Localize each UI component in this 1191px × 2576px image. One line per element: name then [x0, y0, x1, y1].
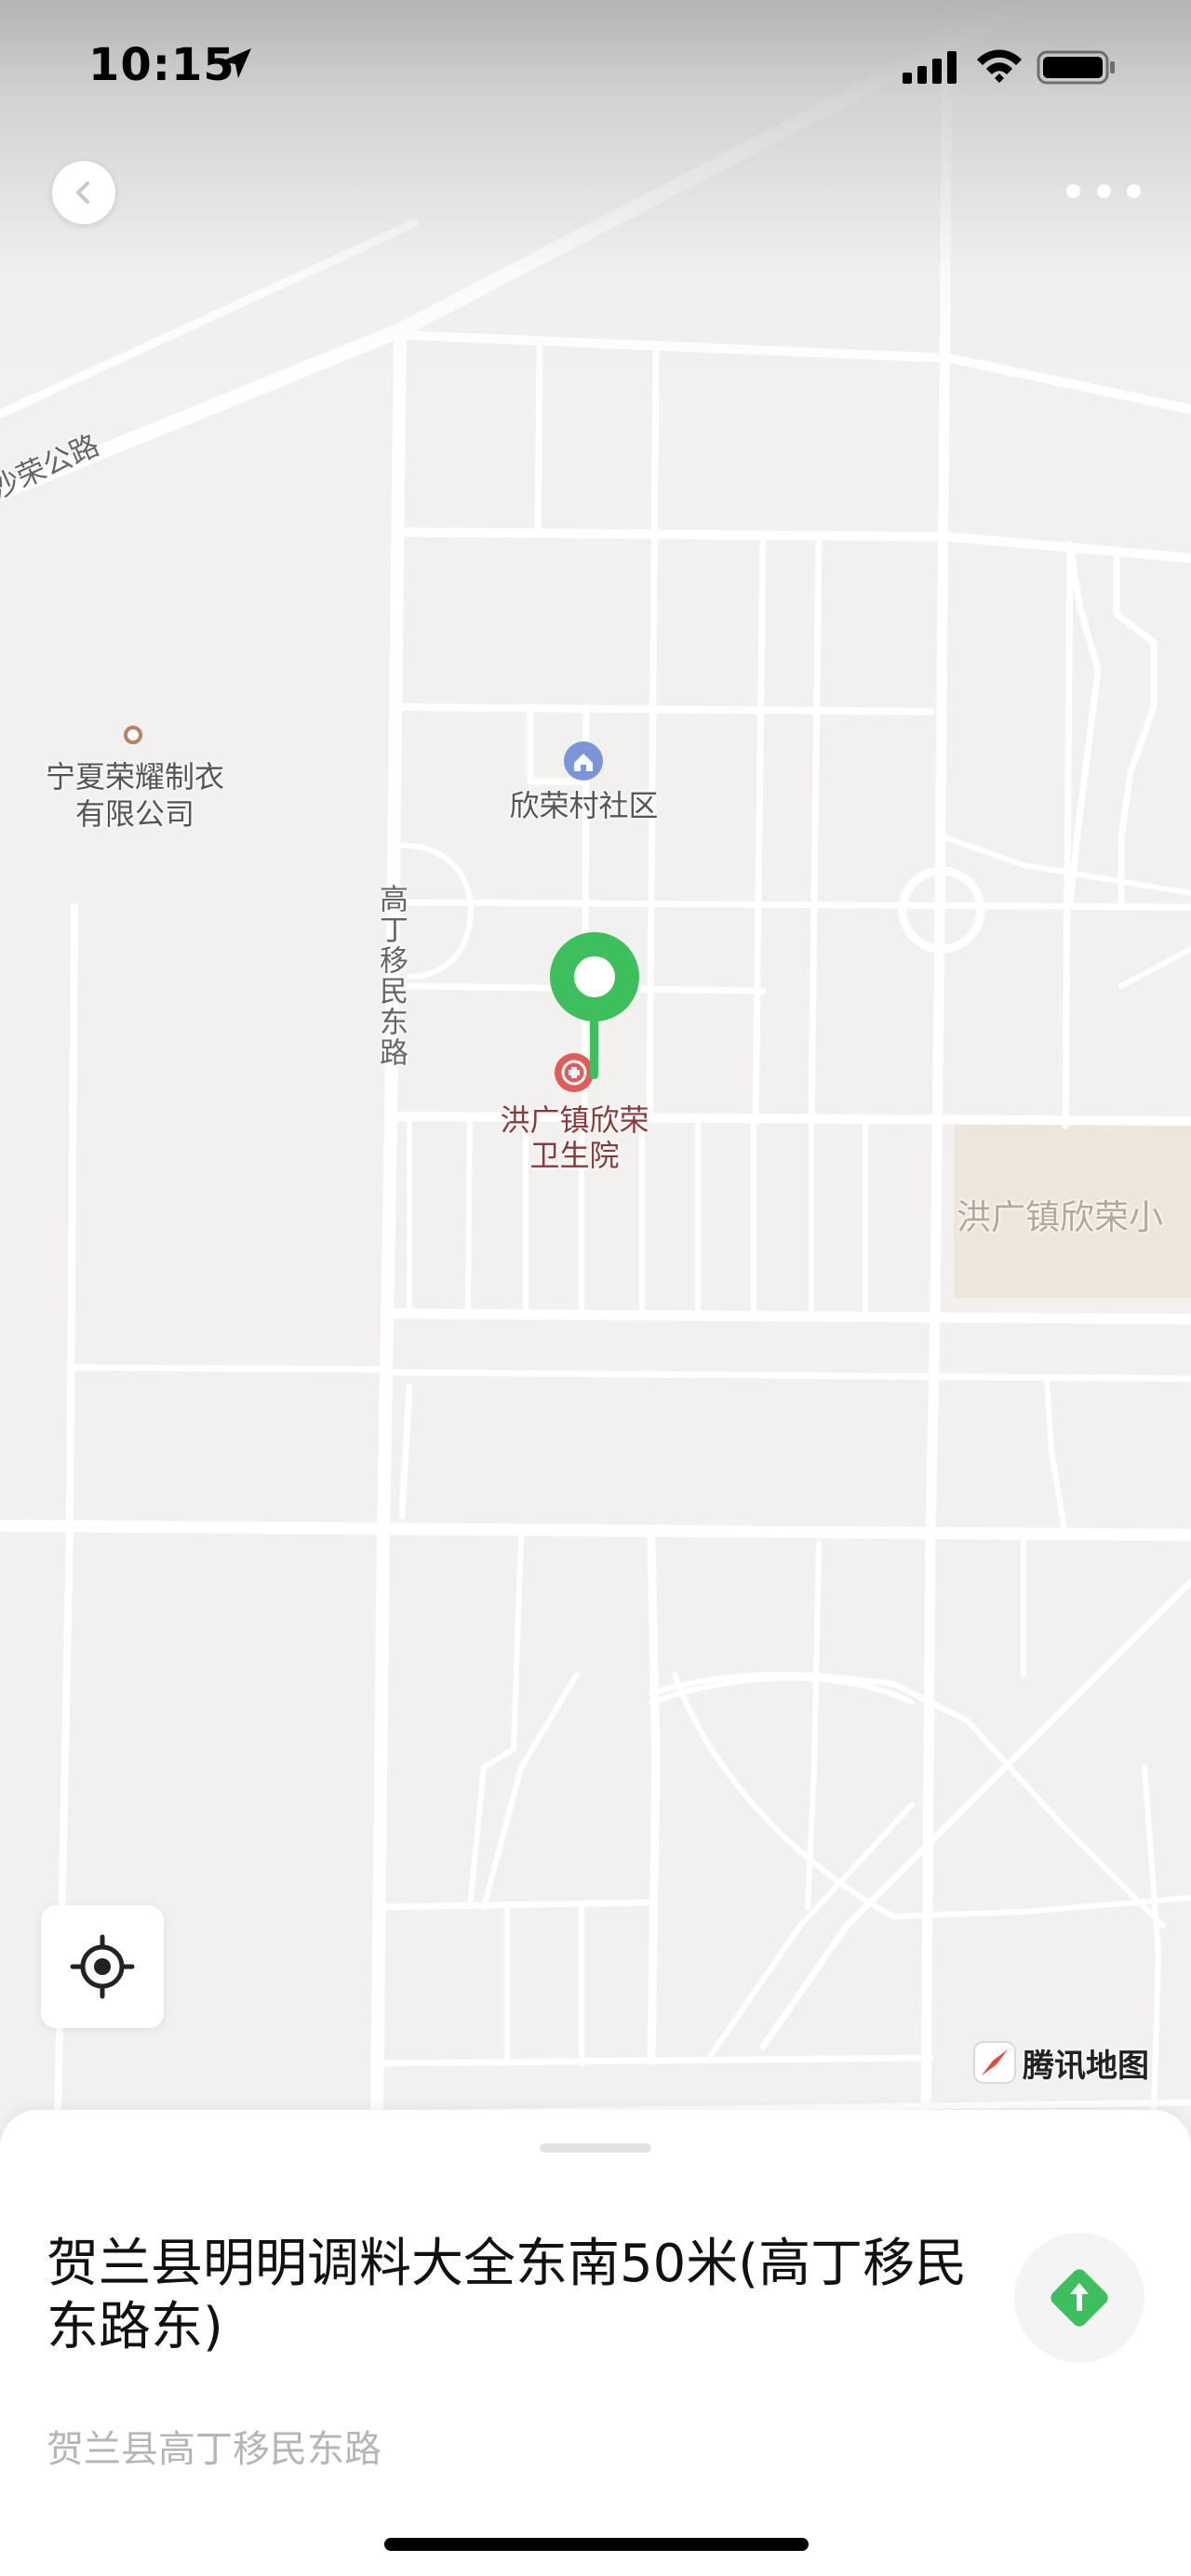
more-options-button[interactable] — [1066, 177, 1141, 205]
location-arrow-icon — [221, 48, 251, 78]
map-screen: 沙荣公路 高丁移民东路 宁夏荣耀制衣 有限公司 欣荣村社区 洪广镇欣荣 卫生院 … — [0, 0, 1191, 2576]
more-dot — [1096, 183, 1111, 198]
tencent-map-logo-icon — [973, 2041, 1016, 2084]
more-dot — [1127, 183, 1141, 198]
place-title: 贺兰县明明调料大全东南50米(高丁移民东路东) — [47, 2234, 968, 2357]
company-label-line1: 宁夏荣耀制衣 — [45, 759, 224, 794]
navigate-button[interactable] — [1014, 2233, 1144, 2363]
school-area-label: 洪广镇欣荣小 — [957, 1197, 1163, 1237]
community-home-icon — [564, 741, 603, 781]
watermark-text: 腾讯地图 — [1023, 2047, 1149, 2085]
hospital-label: 洪广镇欣荣 卫生院 — [479, 1102, 670, 1173]
place-detail-sheet[interactable]: 贺兰县明明调料大全东南50米(高丁移民东路东) 贺兰县高丁移民东路 — [0, 2110, 1191, 2576]
sheet-grabber[interactable] — [540, 2143, 651, 2153]
home-indicator[interactable] — [384, 2538, 809, 2551]
company-label-line2: 有限公司 — [74, 796, 194, 832]
chevron-left-icon — [76, 181, 89, 204]
locate-me-button[interactable] — [41, 1905, 164, 2028]
community-label: 欣荣村社区 — [509, 788, 659, 823]
company-poi-dot — [124, 726, 142, 744]
status-time: 10:15 — [88, 39, 235, 91]
road-label-gaoding: 高丁移民东路 — [374, 884, 408, 1068]
hospital-label-line1: 洪广镇欣荣 — [500, 1102, 649, 1138]
hospital-icon — [555, 1053, 594, 1092]
hospital-label-line2: 卫生院 — [529, 1138, 620, 1173]
navigate-arrow-icon — [1050, 2269, 1108, 2327]
map-canvas[interactable] — [0, 0, 1191, 2121]
wifi-icon — [977, 49, 1022, 83]
map-provider-watermark: 腾讯地图 — [972, 2039, 1149, 2086]
back-button[interactable] — [52, 161, 115, 224]
more-dot — [1066, 183, 1080, 198]
company-label: 宁夏荣耀制衣 有限公司 — [28, 758, 242, 833]
place-address: 贺兰县高丁移民东路 — [47, 2428, 381, 2471]
cellular-signal-icon — [903, 51, 957, 84]
battery-icon — [1037, 50, 1115, 85]
locate-crosshair-icon — [70, 1934, 135, 1999]
